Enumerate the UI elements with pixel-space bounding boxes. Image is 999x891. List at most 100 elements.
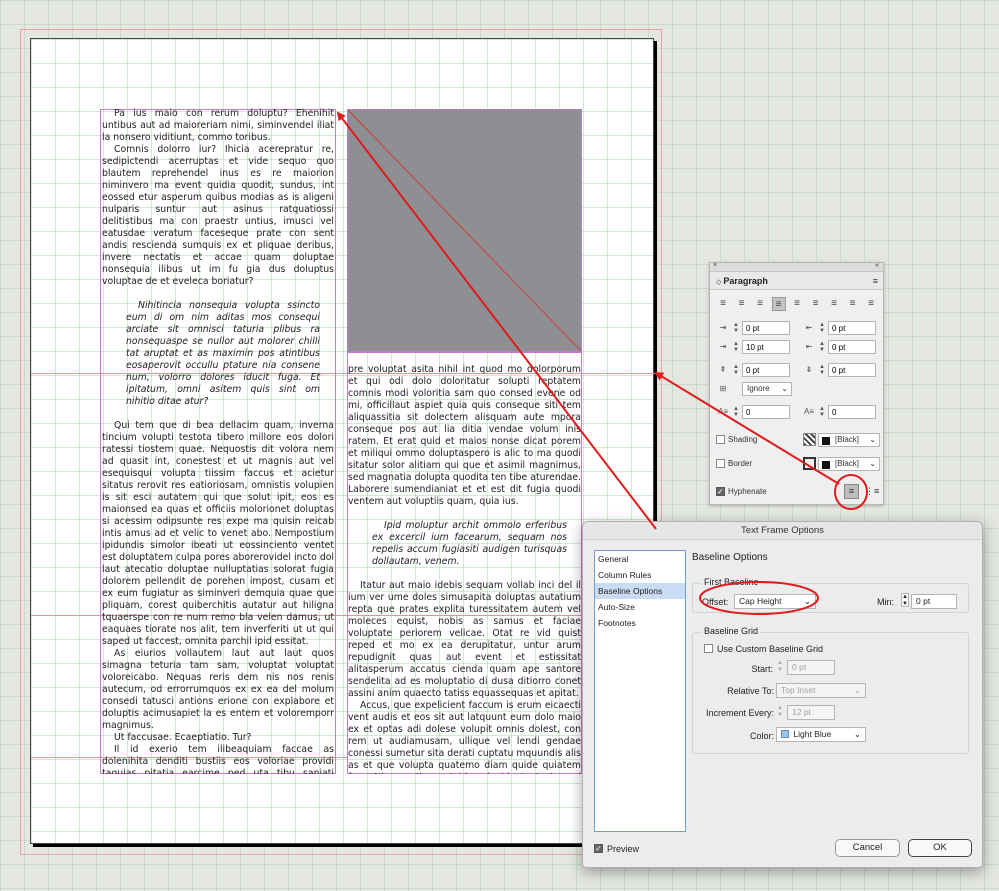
first-line-indent-input[interactable] (742, 340, 790, 354)
quote-paragraph: Ipid moluptur archit ommolo erferibus ex… (372, 520, 567, 567)
last-line-indent-icon: ⇤ (805, 342, 813, 351)
align-to-grid-icon: ⊞ (719, 384, 727, 393)
collapse-icon[interactable]: « (875, 262, 879, 269)
align-to-grid-value: Ignore (747, 384, 770, 393)
border-swatch-icon[interactable] (803, 457, 816, 470)
stepper-icon[interactable]: ▲ ▼ (732, 341, 740, 353)
shading-label: Shading (728, 435, 758, 444)
first-line-indent-field: ⇥ ▲ ▼ (716, 340, 796, 354)
black-swatch-icon (822, 461, 830, 469)
shading-swatch-icon[interactable] (803, 433, 816, 446)
space-after-input[interactable] (828, 363, 876, 377)
justify-all-icon[interactable]: ≡ (827, 297, 841, 311)
chevron-down-icon: ⌄ (869, 435, 876, 444)
stepper-icon[interactable]: ▲ ▼ (732, 322, 740, 334)
space-after-icon: ⇟ (805, 365, 813, 374)
color-label: Color: (749, 731, 774, 741)
border-label: Border (728, 459, 753, 468)
right-indent-input[interactable] (828, 321, 876, 335)
align-right-icon[interactable]: ≡ (753, 297, 767, 311)
justify-center-icon[interactable]: ≡ (790, 297, 804, 311)
start-label: Start: (751, 664, 773, 674)
drop-cap-chars-input[interactable] (828, 405, 876, 419)
stepper-icon[interactable]: ▲ ▼ (732, 364, 740, 376)
align-center-icon[interactable]: ≡ (735, 297, 749, 311)
justify-right-icon[interactable]: ≡ (809, 297, 823, 311)
drop-cap-chars-icon: A≡ (803, 407, 814, 416)
chevron-down-icon: ⌄ (853, 685, 861, 695)
align-away-spine-icon[interactable]: ≡ (864, 297, 878, 311)
grid-color-select[interactable]: Light Blue ⌄ (776, 727, 866, 742)
text-column-2[interactable]: pre voluptat asita nihil int quod mo dol… (348, 364, 581, 774)
text-column-1[interactable]: Pa ius maio con rerum doluptu? Ehenihit … (102, 108, 334, 774)
min-input[interactable]: 0 pt (911, 594, 957, 609)
last-line-indent-field: ⇤ ▲ ▼ (802, 340, 882, 354)
body-paragraph: Ut faccusae. Ecaeptiatio. Tur? (114, 732, 252, 743)
shading-checkbox[interactable] (716, 435, 725, 444)
nav-item-footnotes[interactable]: Footnotes (595, 615, 685, 631)
last-line-indent-input[interactable] (828, 340, 876, 354)
preview-checkbox[interactable]: ✓ (594, 844, 603, 853)
right-indent-field: ⇤ ▲ ▼ (802, 321, 882, 335)
border-checkbox[interactable] (716, 459, 725, 468)
stepper-icon[interactable]: ▲ ▼ (818, 341, 826, 353)
use-custom-grid-label: Use Custom Baseline Grid (717, 644, 824, 654)
offset-select[interactable]: Cap Height ⌄ (734, 594, 816, 609)
hyphenate-checkbox[interactable]: ✓ (716, 487, 725, 496)
black-swatch-icon (822, 437, 830, 445)
nav-item-column-rules[interactable]: Column Rules (595, 567, 685, 583)
drop-cap-lines-icon: A≡ (717, 407, 728, 416)
ok-button[interactable]: OK (908, 839, 972, 857)
preview-label: Preview (607, 844, 640, 854)
drop-cap-lines-input[interactable] (742, 405, 790, 419)
increment-label: Increment Every: (705, 708, 774, 718)
body-paragraph: Itatur aut maio idebis sequam vollab inc… (348, 580, 581, 699)
left-indent-icon: ⇥ (719, 323, 727, 332)
start-input: 0 pt (787, 660, 835, 675)
increment-stepper-icon: ▲ ▼ (777, 705, 783, 718)
stepper-icon[interactable]: ▲ ▼ (818, 322, 826, 334)
paragraph-panel[interactable]: × « ◇ Paragraph ≡ ≡ ≡ ≡ ≡ ≡ ≡ ≡ ≡ ≡ ⇥ ▲ ▼ … (709, 262, 884, 505)
shading-color-select[interactable]: [Black] ⌄ (818, 433, 880, 447)
panel-menu-icon[interactable]: ≡ (873, 276, 878, 286)
panel-topbar[interactable]: × « (710, 262, 883, 272)
shading-color-value: [Black] (835, 435, 860, 444)
stepper-icon[interactable]: ▲ ▼ (818, 406, 826, 418)
baseline-grid-label: Baseline Grid (702, 626, 761, 636)
min-stepper-icon[interactable]: ▲ ▼ (901, 593, 909, 607)
cancel-button[interactable]: Cancel (835, 839, 900, 857)
border-color-select[interactable]: [Black] ⌄ (818, 457, 880, 471)
use-custom-grid-checkbox[interactable] (704, 644, 713, 653)
space-before-input[interactable] (742, 363, 790, 377)
dialog-nav-list: General Column Rules Baseline Options Au… (594, 550, 686, 832)
nav-item-auto-size[interactable]: Auto-Size (595, 599, 685, 615)
align-towards-spine-icon[interactable]: ≡ (846, 297, 860, 311)
increment-input: 12 pt (787, 705, 835, 720)
tab-toggle-icon: ◇ (716, 279, 722, 286)
relative-to-label: Relative To: (727, 686, 774, 696)
alignment-buttons: ≡ ≡ ≡ ≡ ≡ ≡ ≡ ≡ ≡ (716, 297, 878, 313)
stepper-icon[interactable]: ▲ ▼ (732, 406, 740, 418)
balance-ragged-lines-icon[interactable]: ≡ (844, 484, 859, 499)
min-label: Min: (877, 597, 895, 607)
image-frame-placeholder[interactable] (347, 109, 582, 352)
first-baseline-label: First Baseline (702, 577, 761, 587)
panel-tab-paragraph[interactable]: ◇ Paragraph (716, 276, 768, 286)
left-indent-input[interactable] (742, 321, 790, 335)
start-value: 0 pt (792, 662, 807, 672)
offset-value: Cap Height (739, 596, 782, 606)
panel-close-icon[interactable]: × (713, 262, 717, 269)
span-columns-icon[interactable]: ⋮≡ (865, 486, 879, 497)
align-to-grid-select[interactable]: Ignore ⌄ (742, 382, 792, 396)
section-title: Baseline Options (692, 552, 768, 563)
justify-left-icon[interactable]: ≡ (771, 297, 786, 311)
body-paragraph: Pa ius maio con rerum doluptu? Ehenihit … (102, 108, 334, 143)
align-left-icon[interactable]: ≡ (716, 297, 730, 311)
text-frame-options-dialog[interactable]: Text Frame Options General Column Rules … (582, 521, 983, 868)
drop-cap-chars-field: A≡ ▲ ▼ (802, 405, 882, 419)
left-indent-field: ⇥ ▲ ▼ (716, 321, 796, 335)
space-after-field: ⇟ ▲ ▼ (802, 363, 882, 377)
nav-item-general[interactable]: General (595, 551, 685, 567)
nav-item-baseline-options[interactable]: Baseline Options (595, 583, 685, 599)
stepper-icon[interactable]: ▲ ▼ (818, 364, 826, 376)
